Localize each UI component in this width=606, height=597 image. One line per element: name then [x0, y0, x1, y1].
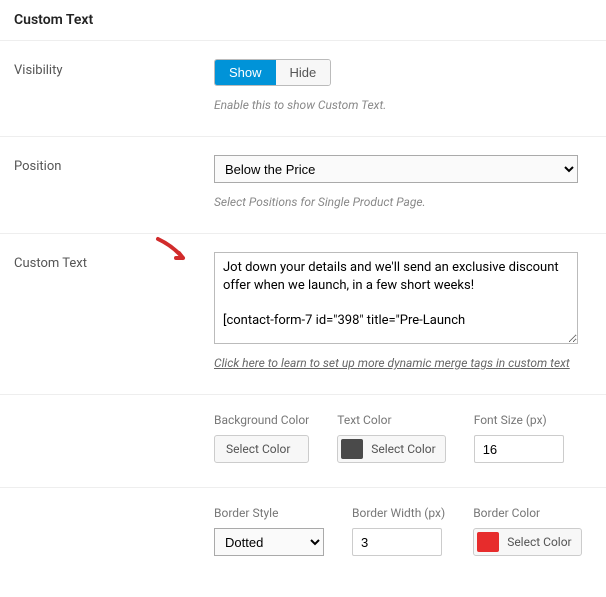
- row-custom-text: Custom Text Jot down your details and we…: [0, 234, 606, 395]
- section-title: Custom Text: [14, 12, 592, 28]
- row-style-2: Border Style Dotted Border Width (px) Bo…: [0, 488, 606, 580]
- border-style-select[interactable]: Dotted: [214, 528, 324, 556]
- label-text-color: Text Color: [337, 413, 445, 427]
- label-border-width: Border Width (px): [352, 506, 445, 520]
- position-select[interactable]: Below the Price: [214, 155, 578, 183]
- field-border-color: Border Color Select Color: [473, 506, 581, 556]
- visibility-hide-button[interactable]: Hide: [276, 60, 331, 85]
- row-position: Position Below the Price Select Position…: [0, 137, 606, 234]
- field-group-1: Background Color Select Color Text Color…: [214, 413, 592, 463]
- label-border-style: Border Style: [214, 506, 324, 520]
- position-hint: Select Positions for Single Product Page…: [214, 195, 592, 209]
- border-color-swatch: [477, 532, 499, 552]
- text-color-picker[interactable]: Select Color: [337, 435, 445, 463]
- border-width-input[interactable]: [352, 528, 442, 556]
- border-color-picker[interactable]: Select Color: [473, 528, 581, 556]
- row-style-1: Background Color Select Color Text Color…: [0, 395, 606, 488]
- text-color-btn-label: Select Color: [365, 440, 441, 458]
- custom-text-textarea[interactable]: Jot down your details and we'll send an …: [214, 252, 578, 344]
- label-custom-text: Custom Text: [14, 252, 214, 370]
- field-text-color: Text Color Select Color: [337, 413, 445, 463]
- label-style-2: [14, 506, 214, 556]
- border-color-btn-label: Select Color: [501, 533, 577, 551]
- label-position: Position: [14, 155, 214, 209]
- section-header: Custom Text: [0, 0, 606, 41]
- label-style-1: [14, 413, 214, 463]
- field-border-style: Border Style Dotted: [214, 506, 324, 556]
- label-visibility: Visibility: [14, 59, 214, 112]
- field-group-2: Border Style Dotted Border Width (px) Bo…: [214, 506, 592, 556]
- font-size-input[interactable]: [474, 435, 564, 463]
- label-bg-color: Background Color: [214, 413, 309, 427]
- content-visibility: Show Hide Enable this to show Custom Tex…: [214, 59, 592, 112]
- merge-tags-link[interactable]: Click here to learn to set up more dynam…: [214, 356, 592, 370]
- text-color-swatch: [341, 439, 363, 459]
- visibility-toggle: Show Hide: [214, 59, 331, 86]
- field-bg-color: Background Color Select Color: [214, 413, 309, 463]
- label-font-size: Font Size (px): [474, 413, 564, 427]
- label-border-color: Border Color: [473, 506, 581, 520]
- field-font-size: Font Size (px): [474, 413, 564, 463]
- content-position: Below the Price Select Positions for Sin…: [214, 155, 592, 209]
- content-style-1: Background Color Select Color Text Color…: [214, 413, 592, 463]
- content-custom-text: Jot down your details and we'll send an …: [214, 252, 592, 370]
- bg-color-picker[interactable]: Select Color: [214, 435, 309, 463]
- content-style-2: Border Style Dotted Border Width (px) Bo…: [214, 506, 592, 556]
- visibility-show-button[interactable]: Show: [215, 60, 276, 85]
- row-visibility: Visibility Show Hide Enable this to show…: [0, 41, 606, 137]
- field-border-width: Border Width (px): [352, 506, 445, 556]
- visibility-hint: Enable this to show Custom Text.: [214, 98, 592, 112]
- bg-color-btn-label: Select Color: [220, 440, 296, 458]
